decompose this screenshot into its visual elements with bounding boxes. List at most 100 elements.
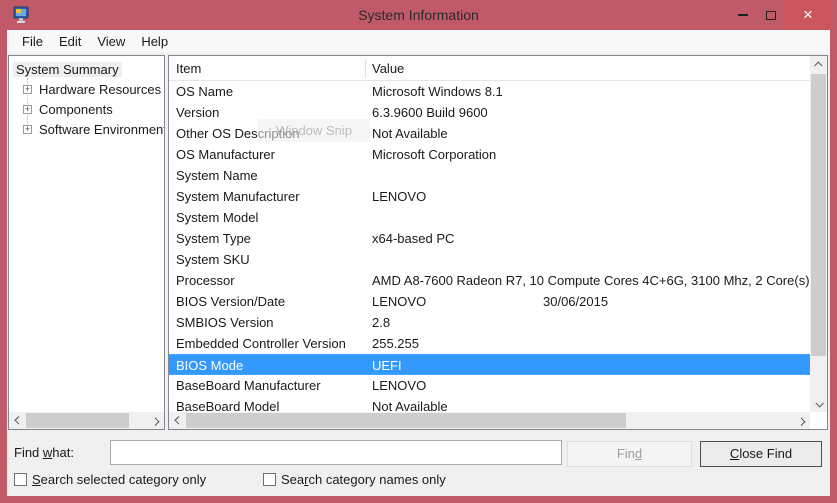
table-row[interactable]: OS Manufacturer Microsoft Corporation: [169, 144, 810, 165]
table-body: OS Name Microsoft Windows 8.1 Version 6.3.9…: [169, 81, 810, 417]
search-options-row: Search selected category only Search cat…: [0, 471, 837, 489]
column-separator[interactable]: [365, 59, 366, 78]
row-item-cell: System Name: [176, 165, 258, 186]
row-item-cell: System Manufacturer: [176, 186, 300, 207]
tree-item-hardware-resources[interactable]: + Hardware Resources: [23, 81, 164, 99]
table-row[interactable]: OS Name Microsoft Windows 8.1: [169, 81, 810, 102]
tree-item-components[interactable]: + Components: [23, 101, 116, 119]
row-item-cell: OS Manufacturer: [176, 144, 275, 165]
category-tree: System Summary + Hardware Resources + Compon…: [9, 56, 164, 412]
row-value-cell: Microsoft Corporation: [372, 144, 496, 165]
table-vscroll-thumb[interactable]: [811, 74, 826, 356]
find-input[interactable]: [110, 440, 562, 465]
scroll-left-button[interactable]: [9, 412, 26, 429]
column-header-value[interactable]: Value: [372, 56, 404, 81]
row-item-cell: Other OS Description: [176, 123, 300, 144]
table-row[interactable]: Processor AMD A8-7600 Radeon R7, 10 Compu…: [169, 270, 810, 291]
close-icon: ×: [803, 1, 813, 29]
row-item-cell: System Model: [176, 207, 258, 228]
table-row[interactable]: BIOS Version/Date LENOVO 30/06/2015: [169, 291, 810, 312]
scroll-right-button[interactable]: [147, 412, 164, 429]
column-header-item[interactable]: Item: [176, 56, 201, 81]
minimize-button[interactable]: [729, 0, 757, 30]
row-value-cell: 2.8: [372, 312, 390, 333]
search-selected-category-checkbox[interactable]: [14, 473, 27, 486]
table-row[interactable]: SMBIOS Version 2.8: [169, 312, 810, 333]
tree-item-label: Hardware Resources: [36, 82, 164, 97]
row-item-cell: SMBIOS Version: [176, 312, 274, 333]
tree-hscroll-thumb[interactable]: [26, 413, 129, 428]
find-button[interactable]: Find: [567, 441, 692, 467]
close-find-button[interactable]: Close Find: [700, 441, 822, 467]
row-item-cell: BaseBoard Manufacturer: [176, 375, 321, 396]
row-value-cell: LENOVO: [372, 186, 426, 207]
table-row[interactable]: System SKU: [169, 249, 810, 270]
scroll-left-button[interactable]: [169, 412, 186, 429]
category-tree-panel: System Summary + Hardware Resources + Compon…: [8, 55, 165, 430]
table-row[interactable]: BaseBoard Manufacturer LENOVO: [169, 375, 810, 396]
table-row[interactable]: Embedded Controller Version 255.255: [169, 333, 810, 354]
row-value-cell: Microsoft Windows 8.1: [372, 81, 503, 102]
menu-item-edit[interactable]: Edit: [51, 31, 89, 53]
row-item-cell: System Type: [176, 228, 251, 249]
maximize-button[interactable]: [757, 0, 785, 30]
table-header: Item Value: [169, 56, 810, 81]
row-value-cell: 255.255: [372, 333, 419, 354]
expand-plus-icon[interactable]: +: [23, 125, 32, 134]
tree-item-label: Components: [36, 102, 116, 117]
row-value-cell: UEFI: [372, 355, 402, 376]
scroll-up-button[interactable]: [810, 56, 827, 73]
menu-item-help[interactable]: Help: [133, 31, 176, 53]
row-item-cell: Processor: [176, 270, 235, 291]
row-item-cell: Embedded Controller Version: [176, 333, 346, 354]
row-item-cell: Version: [176, 102, 219, 123]
search-category-names-checkbox[interactable]: [263, 473, 276, 486]
search-category-names-label[interactable]: Search category names only: [281, 471, 446, 489]
chevron-left-icon: [174, 416, 182, 424]
scroll-down-button[interactable]: [810, 395, 827, 412]
tree-item-system-summary[interactable]: System Summary: [13, 61, 122, 79]
table-row[interactable]: System Manufacturer LENOVO: [169, 186, 810, 207]
row-value-cell: AMD A8-7600 Radeon R7, 10 Compute Cores …: [372, 270, 810, 291]
row-item-cell: System SKU: [176, 249, 250, 270]
table-hscroll-thumb[interactable]: [186, 413, 626, 428]
table-row[interactable]: BIOS Mode UEFI: [169, 354, 810, 375]
table-vertical-scrollbar[interactable]: [810, 56, 827, 412]
row-value-cell: LENOVO: [372, 375, 426, 396]
tree-item-label: Software Environment: [36, 122, 164, 137]
tree-item-software-environment[interactable]: + Software Environment: [23, 121, 164, 139]
chevron-right-icon: [797, 417, 805, 425]
search-selected-category-label[interactable]: Search selected category only: [32, 471, 206, 489]
table-row[interactable]: System Type x64-based PC: [169, 228, 810, 249]
chevron-up-icon: [814, 61, 822, 69]
detail-table-panel: Item Value OS NameMicrosoft Windows 8.1V…: [168, 55, 828, 430]
table-row[interactable]: System Model: [169, 207, 810, 228]
scroll-right-button[interactable]: [793, 412, 810, 429]
row-item-cell: BIOS Mode: [176, 355, 243, 376]
chevron-right-icon: [151, 417, 159, 425]
title-bar[interactable]: System Information ×: [0, 0, 837, 30]
table-row[interactable]: Other OS Description Not Available: [169, 123, 810, 144]
table-row[interactable]: System Name: [169, 165, 810, 186]
row-value-cell: 6.3.9600 Build 9600: [372, 102, 488, 123]
close-button[interactable]: ×: [784, 0, 832, 30]
minimize-icon: [738, 14, 748, 16]
maximize-icon: [766, 11, 776, 20]
chevron-left-icon: [14, 416, 22, 424]
system-information-window: System Information × FileEditViewHelp Sy…: [0, 0, 837, 503]
row-item-cell: OS Name: [176, 81, 233, 102]
expand-plus-icon[interactable]: +: [23, 85, 32, 94]
row-value-cell: LENOVO: [372, 291, 426, 312]
menu-item-file[interactable]: File: [14, 31, 51, 53]
row-value-cell: x64-based PC: [372, 228, 454, 249]
table-row[interactable]: Version 6.3.9600 Build 9600: [169, 102, 810, 123]
table-horizontal-scrollbar[interactable]: [169, 412, 810, 429]
tree-item-label: System Summary: [13, 62, 122, 77]
row-value2-cell: 30/06/2015: [543, 291, 608, 312]
row-value-cell: Not Available: [372, 123, 448, 144]
menu-item-view[interactable]: View: [89, 31, 133, 53]
expand-plus-icon[interactable]: +: [23, 105, 32, 114]
row-item-cell: BIOS Version/Date: [176, 291, 285, 312]
tree-horizontal-scrollbar[interactable]: [9, 412, 164, 429]
find-what-label: Find what:: [14, 441, 74, 465]
